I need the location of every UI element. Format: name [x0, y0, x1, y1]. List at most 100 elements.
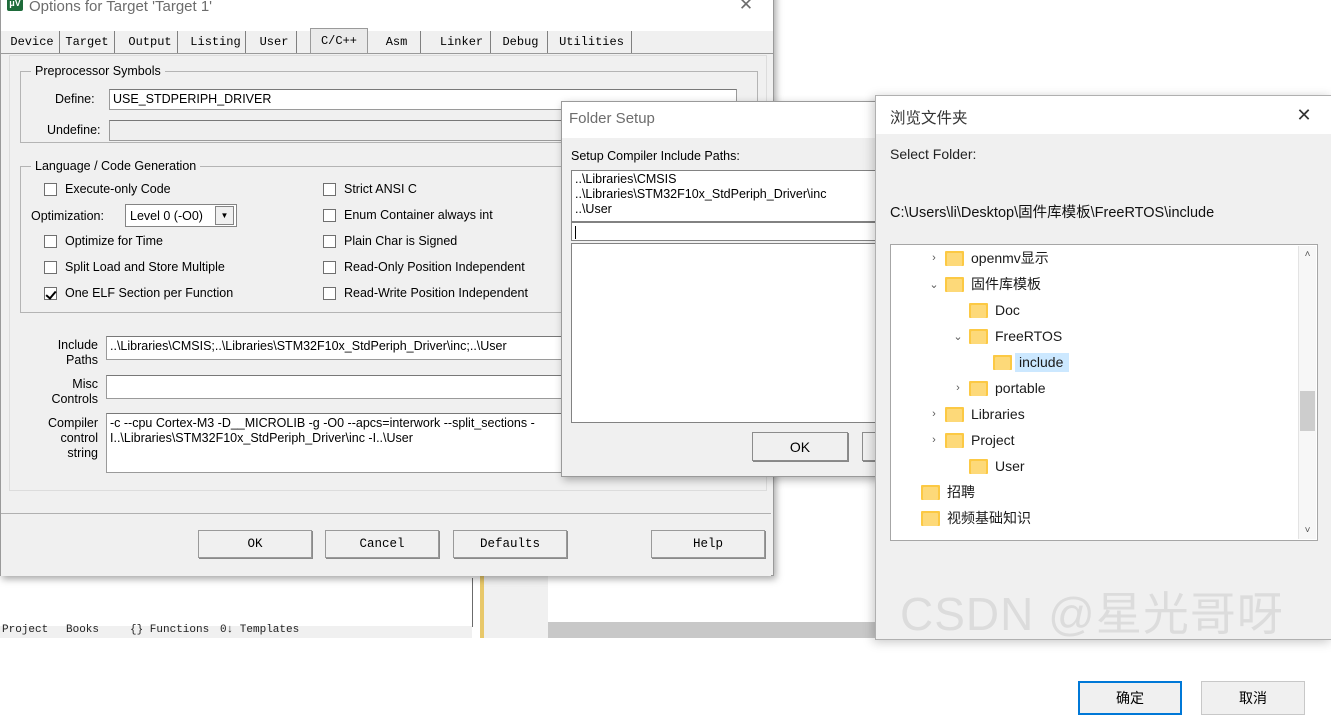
chevron-down-icon[interactable]: ▼ — [215, 206, 234, 225]
tab-output[interactable]: Output — [123, 31, 178, 53]
tree-item-user[interactable]: User — [891, 453, 1317, 479]
label-split-load-store: Split Load and Store Multiple — [65, 260, 225, 274]
scroll-up-icon[interactable]: ˄ — [1299, 246, 1316, 263]
folder-setup-footer: OK — [562, 424, 958, 476]
help-button[interactable]: Help — [651, 530, 765, 558]
tree-item-freertos[interactable]: ⌄ FreeRTOS — [891, 323, 1317, 349]
checkbox-one-elf-section[interactable] — [44, 287, 57, 300]
tree-item-libraries[interactable]: › Libraries — [891, 401, 1317, 427]
tree-item-portable[interactable]: › portable — [891, 375, 1317, 401]
label-strict-ansi-c: Strict ANSI C — [344, 182, 417, 196]
tree-item-include[interactable]: include — [891, 349, 1317, 375]
tab-debug[interactable]: Debug — [494, 31, 548, 53]
checkbox-read-write-position-independent[interactable] — [323, 287, 336, 300]
chevron-down-icon[interactable]: ⌄ — [951, 329, 965, 343]
ide-tab-books[interactable]: Books — [66, 624, 99, 636]
tree-item-label: 招聘 — [947, 484, 975, 500]
close-icon[interactable]: ✕ — [1284, 102, 1324, 128]
chevron-placeholder-icon — [951, 303, 965, 317]
list-item[interactable]: ..\Libraries\STM32F10x_StdPeriph_Driver\… — [575, 187, 897, 202]
text-caret — [575, 226, 576, 239]
ide-tab-project[interactable]: Project — [2, 624, 48, 636]
cancel-button[interactable]: Cancel — [325, 530, 439, 558]
checkbox-optimize-for-time[interactable] — [44, 235, 57, 248]
folder-setup-ok-button[interactable]: OK — [752, 432, 848, 461]
defaults-button[interactable]: Defaults — [453, 530, 567, 558]
tree-item-firmware-template[interactable]: ⌄ 固件库模板 — [891, 271, 1317, 297]
compiler-string-label-2: control — [60, 431, 98, 445]
folder-setup-titlebar: Folder Setup — [562, 102, 880, 138]
ide-project-tabstrip[interactable]: Project Books {} Functions 0↓ Templates — [0, 624, 472, 638]
chevron-down-icon[interactable]: ⌄ — [927, 277, 941, 291]
tab-utilities[interactable]: Utilities — [552, 31, 632, 53]
optimization-label: Optimization: — [31, 209, 104, 223]
chevron-right-icon[interactable]: › — [951, 381, 965, 395]
tab-asm[interactable]: Asm — [373, 31, 421, 53]
ide-tab-templates[interactable]: 0↓ Templates — [220, 624, 299, 636]
include-paths-list[interactable]: ..\Libraries\CMSIS ..\Libraries\STM32F10… — [571, 170, 901, 222]
ok-button[interactable]: OK — [198, 530, 312, 558]
chevron-right-icon[interactable]: › — [927, 433, 941, 447]
label-one-elf-section: One ELF Section per Function — [65, 286, 234, 300]
undefine-label: Undefine: — [47, 123, 101, 137]
chevron-right-icon[interactable]: › — [927, 407, 941, 421]
chevron-right-icon[interactable]: › — [927, 251, 941, 265]
options-tabstrip[interactable]: Device Target Output Listing User C/C++ … — [1, 28, 773, 54]
keil-uvision-icon: μV — [7, 0, 23, 11]
close-icon[interactable]: ✕ — [729, 0, 763, 17]
ide-tab-functions[interactable]: {} Functions — [130, 624, 209, 636]
tree-item-project[interactable]: › Project — [891, 427, 1317, 453]
define-label: Define: — [55, 92, 95, 106]
label-execute-only-code: Execute-only Code — [65, 182, 171, 196]
options-footer: OK Cancel Defaults Help — [1, 513, 771, 576]
list-item[interactable]: ..\Libraries\CMSIS — [575, 172, 897, 187]
tree-item-label: include — [1015, 352, 1070, 372]
list-item[interactable]: ..\User — [575, 202, 897, 217]
tree-item-label: FreeRTOS — [995, 328, 1063, 344]
tree-item-recruit[interactable]: 招聘 — [891, 479, 1317, 505]
folder-icon — [945, 250, 964, 266]
tree-scrollbar[interactable]: ˄ ˅ — [1298, 246, 1316, 539]
scrollbar-thumb[interactable] — [1300, 391, 1315, 431]
tree-item-label: User — [995, 458, 1025, 474]
options-dialog-title: Options for Target 'Target 1' — [29, 0, 213, 15]
include-paths-label-1: Include — [57, 338, 98, 352]
misc-controls-label-1: Misc — [72, 377, 98, 391]
browse-ok-button[interactable]: 确定 — [1078, 681, 1182, 715]
tree-item-openmv[interactable]: › openmv显示 — [891, 245, 1317, 271]
tree-item-video-basics[interactable]: 视频基础知识 — [891, 505, 1317, 531]
checkbox-plain-char-signed[interactable] — [323, 235, 336, 248]
tab-c-cpp[interactable]: C/C++ — [310, 28, 368, 53]
tab-user[interactable]: User — [252, 31, 297, 53]
selected-folder-path: C:\Users\li\Desktop\固件库模板\FreeRTOS\inclu… — [890, 205, 1215, 221]
tab-target[interactable]: Target — [60, 31, 115, 53]
tabstrip-divider — [1, 53, 773, 54]
folder-icon — [921, 484, 940, 500]
include-path-edit-input[interactable] — [571, 222, 901, 241]
folder-icon — [969, 302, 988, 318]
checkbox-execute-only-code[interactable] — [44, 183, 57, 196]
checkbox-read-only-position-independent[interactable] — [323, 261, 336, 274]
compiler-string-label-3: string — [67, 446, 98, 460]
folder-icon — [945, 406, 964, 422]
tab-device[interactable]: Device — [5, 31, 60, 53]
chevron-placeholder-icon — [975, 355, 989, 369]
folder-tree[interactable]: › openmv显示 ⌄ 固件库模板 Doc ⌄ FreeRTOS includ… — [890, 244, 1318, 541]
misc-controls-label-2: Controls — [51, 392, 98, 406]
checkbox-strict-ansi-c[interactable] — [323, 183, 336, 196]
label-read-write-position-independent: Read-Write Position Independent — [344, 286, 528, 300]
optimization-select[interactable]: Level 0 (-O0) ▼ — [125, 204, 237, 227]
scroll-down-icon[interactable]: ˅ — [1299, 522, 1316, 539]
folder-icon — [969, 328, 988, 344]
tab-listing[interactable]: Listing — [186, 31, 246, 53]
browse-cancel-button[interactable]: 取消 — [1201, 681, 1305, 715]
tree-item-doc[interactable]: Doc — [891, 297, 1317, 323]
tree-item-label: portable — [995, 380, 1046, 396]
chevron-placeholder-icon — [903, 511, 917, 525]
checkbox-enum-container-int[interactable] — [323, 209, 336, 222]
compiler-string-label-1: Compiler — [47, 416, 98, 430]
checkbox-split-load-store[interactable] — [44, 261, 57, 274]
browse-dialog-title: 浏览文件夹 — [890, 110, 968, 127]
folder-setup-content-area — [571, 243, 901, 423]
tab-linker[interactable]: Linker — [433, 31, 491, 53]
